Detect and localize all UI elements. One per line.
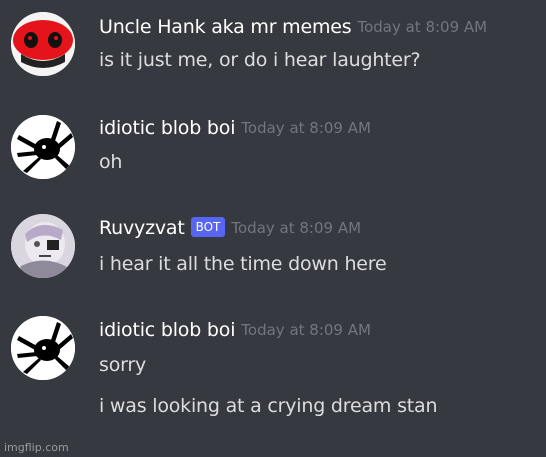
message-text: is it just me, or do i hear laughter? xyxy=(99,49,421,71)
message-text: oh xyxy=(99,151,123,173)
avatar[interactable] xyxy=(11,214,75,278)
watermark: imgflip.com xyxy=(4,441,69,454)
username[interactable]: Ruvyzvat xyxy=(99,217,185,239)
timestamp: Today at 8:09 AM xyxy=(241,119,371,137)
timestamp: Today at 8:09 AM xyxy=(231,219,362,237)
bot-tag: BOT xyxy=(190,217,226,237)
red-mask-avatar-icon xyxy=(11,12,75,76)
username[interactable]: Uncle Hank aka mr memes xyxy=(99,16,352,38)
black-spider-avatar-icon xyxy=(11,316,75,380)
message-header: idiotic blob boi Today at 8:09 AM xyxy=(99,319,371,341)
message-header: Uncle Hank aka mr memes Today at 8:09 AM xyxy=(99,16,487,38)
message-header: idiotic blob boi Today at 8:09 AM xyxy=(99,117,371,139)
message-text: i was looking at a crying dream stan xyxy=(99,395,438,417)
character-sketch-avatar-icon xyxy=(11,214,75,278)
message-header: Ruvyzvat BOT Today at 8:09 AM xyxy=(99,217,361,240)
avatar[interactable] xyxy=(11,316,75,380)
message-text: i hear it all the time down here xyxy=(99,253,387,275)
black-spider-avatar-icon xyxy=(11,115,75,179)
message-text: sorry xyxy=(99,354,147,376)
username[interactable]: idiotic blob boi xyxy=(99,117,235,139)
avatar[interactable] xyxy=(11,115,75,179)
timestamp: Today at 8:09 AM xyxy=(241,321,371,339)
avatar[interactable] xyxy=(11,12,75,76)
username[interactable]: idiotic blob boi xyxy=(99,319,235,341)
timestamp: Today at 8:09 AM xyxy=(357,18,488,36)
